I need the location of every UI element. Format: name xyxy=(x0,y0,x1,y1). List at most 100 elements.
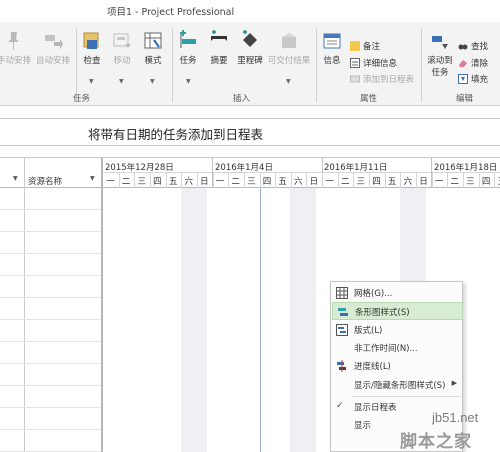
timeline-bar[interactable]: 将带有日期的任务添加到日程表 xyxy=(0,118,500,146)
task-dropdown-icon[interactable]: ▼ xyxy=(186,78,191,85)
auto-schedule-button[interactable]: 自动安排 xyxy=(34,30,72,66)
deliverable-dropdown-icon[interactable]: ▼ xyxy=(286,78,291,85)
day-separator xyxy=(228,173,230,188)
week-label: 2015年12月28日 xyxy=(105,163,174,173)
day-label: 四 xyxy=(372,177,381,187)
group-label-editing: 编辑 xyxy=(456,94,474,104)
summary-button[interactable]: 摘要 xyxy=(206,30,232,66)
day-separator xyxy=(369,173,371,188)
mode-dropdown-icon[interactable]: ▼ xyxy=(150,78,155,85)
resource-dropdown-icon[interactable]: ▼ xyxy=(90,175,95,182)
task-button[interactable]: 任务 xyxy=(175,30,201,66)
table-header: ▼ 资源名称 ▼ xyxy=(0,158,101,188)
menu-item-label: 进度线(L) xyxy=(354,362,391,372)
day-label: 四 xyxy=(153,177,162,187)
menu-item-label: 显示/隐藏条形图样式(S) xyxy=(354,381,446,391)
table-row[interactable] xyxy=(0,232,101,254)
menu-item-layout[interactable]: 版式(L) xyxy=(332,321,463,339)
inspect-dropdown-icon[interactable]: ▼ xyxy=(89,78,94,85)
table-row[interactable] xyxy=(0,210,101,232)
day-label: 四 xyxy=(481,177,491,187)
day-separator xyxy=(337,173,339,188)
table-row[interactable] xyxy=(0,364,101,386)
day-separator xyxy=(290,173,292,188)
week-label: 2016年1月18日 xyxy=(434,163,498,173)
add-to-timeline-button[interactable]: 添加到日程表 xyxy=(350,73,414,85)
menu-item-label: 显示 xyxy=(354,421,372,431)
add-timeline-icon xyxy=(350,75,360,83)
scroll-to-task-button[interactable]: 滚动到 任务 xyxy=(423,30,457,78)
find-label: 查找 xyxy=(471,42,489,52)
table-row[interactable] xyxy=(0,276,101,298)
move-label: 移动 xyxy=(113,56,131,66)
watermark-name: 脚本之家 xyxy=(400,432,472,452)
information-icon xyxy=(323,33,341,49)
split-bar[interactable] xyxy=(101,158,103,452)
menu-item-label: 显示日程表 xyxy=(354,403,397,413)
group-label-properties: 属性 xyxy=(360,94,378,104)
day-separator xyxy=(275,173,277,188)
menu-item-progress-lines[interactable]: 进度线(L) xyxy=(332,357,463,375)
bar-style-icon xyxy=(338,308,348,316)
menu-item-label: 网格(G)... xyxy=(354,289,393,299)
nonworking-time xyxy=(290,188,316,452)
day-label: 五 xyxy=(496,175,500,187)
table-row[interactable] xyxy=(0,386,101,408)
day-separator xyxy=(149,173,151,188)
column-header-resource-name[interactable]: 资源名称 xyxy=(28,175,62,187)
day-label: 五 xyxy=(387,177,397,187)
day-label: 六 xyxy=(403,177,413,187)
inspect-label: 检查 xyxy=(83,56,101,66)
day-label: 六 xyxy=(294,177,303,187)
move-dropdown-icon[interactable]: ▼ xyxy=(119,78,124,85)
clear-button[interactable]: 清除 xyxy=(458,57,488,69)
menu-item-gridlines[interactable]: 网格(G)... xyxy=(332,284,463,302)
fill-label: 填充 xyxy=(471,75,489,85)
milestone-button[interactable]: 里程碑 xyxy=(235,30,265,66)
menu-item-nonworking-time[interactable]: 非工作时间(N)... xyxy=(332,339,463,357)
day-label: 二 xyxy=(121,177,131,187)
view-gap xyxy=(0,146,500,158)
day-separator xyxy=(118,173,120,188)
title-bar: 项目1 - Project Professional xyxy=(0,0,500,22)
gantt-timescale[interactable]: 2015年12月28日 2016年1月4日 2016年1月11日 2016年1月… xyxy=(103,158,500,188)
day-separator xyxy=(165,173,167,188)
day-label: 日 xyxy=(200,177,209,187)
table-row[interactable] xyxy=(0,298,101,320)
grid-icon xyxy=(336,287,348,299)
information-button[interactable]: 信息 xyxy=(318,30,346,66)
details-button[interactable]: 详细信息 xyxy=(350,57,397,69)
column-separator xyxy=(24,158,25,188)
pin-icon xyxy=(8,32,19,50)
window-title: 项目1 - Project Professional xyxy=(107,7,235,18)
find-button[interactable]: 查找 xyxy=(458,40,488,52)
notes-button[interactable]: 备注 xyxy=(350,40,380,52)
fill-button[interactable]: 填充 xyxy=(458,73,488,85)
table-row[interactable] xyxy=(0,254,101,276)
day-label: 日 xyxy=(309,177,319,187)
table-row[interactable] xyxy=(0,320,101,342)
table-row[interactable] xyxy=(0,342,101,364)
day-separator xyxy=(431,173,433,188)
mode-icon xyxy=(144,32,162,49)
menu-item-bar-styles[interactable]: 条形图样式(S) xyxy=(332,302,463,320)
table-row[interactable] xyxy=(0,188,101,210)
day-label: 三 xyxy=(356,177,366,187)
move-button[interactable]: 移动 xyxy=(109,30,135,66)
mode-button[interactable]: 模式 xyxy=(139,30,167,66)
menu-item-show-hide-bar-styles[interactable]: 显示/隐藏条形图样式(S) ▶ xyxy=(332,376,463,394)
column-dropdown-icon[interactable]: ▼ xyxy=(13,175,18,182)
table-row[interactable] xyxy=(0,430,101,452)
summary-label: 摘要 xyxy=(210,56,228,66)
deliverable-button[interactable]: 可交付结果 xyxy=(266,30,312,66)
table-row[interactable] xyxy=(0,408,101,430)
day-separator xyxy=(447,173,449,188)
day-separator xyxy=(212,173,214,188)
manual-schedule-label: 手动安排 xyxy=(0,56,31,66)
inspect-button[interactable]: 检查 xyxy=(79,30,105,66)
day-label: 二 xyxy=(231,177,240,187)
milestone-icon xyxy=(243,30,257,47)
manual-schedule-button[interactable]: 手动安排 xyxy=(0,30,32,66)
menu-item-label: 版式(L) xyxy=(354,326,383,336)
menu-item-label: 非工作时间(N)... xyxy=(354,344,418,354)
